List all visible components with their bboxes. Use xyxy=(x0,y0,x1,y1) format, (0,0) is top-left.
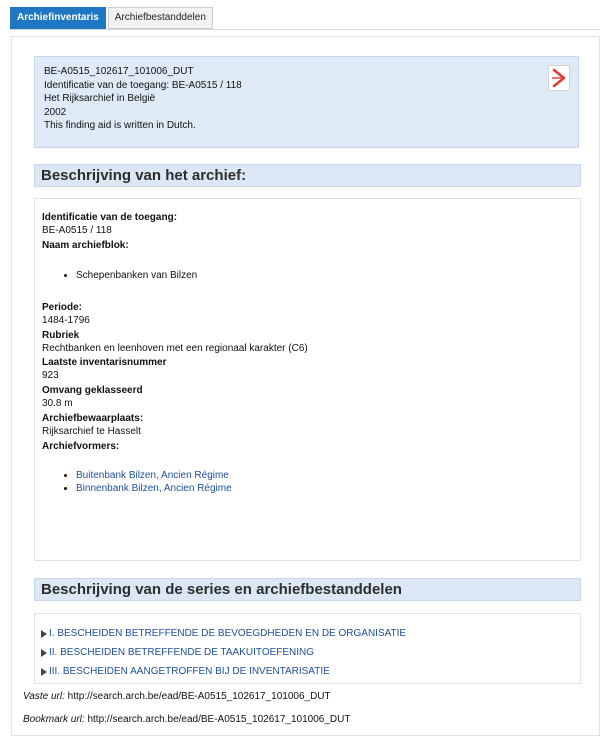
tab-archiefbestanddelen[interactable]: Archiefbestanddelen xyxy=(107,7,213,29)
extent-value: 30.8 m xyxy=(42,398,73,409)
permanent-url-value: http://search.arch.be/ead/BE-A0515_10261… xyxy=(67,691,331,702)
archive-description-box: Identificatie van de toegang: BE-A0515 /… xyxy=(34,198,581,561)
series-item-label[interactable]: I. BESCHEIDEN BETREFFENDE DE BEVOEGDHEDE… xyxy=(49,628,406,639)
summary-id: BE-A0515_102617_101006_DUT xyxy=(44,66,194,77)
summary-box: BE-A0515_102617_101006_DUT Identificatie… xyxy=(34,56,579,148)
expand-triangle-icon[interactable] xyxy=(41,667,47,676)
series-box: I. BESCHEIDEN BETREFFENDE DE BEVOEGDHEDE… xyxy=(34,613,581,684)
tab-archiefinventaris[interactable]: Archiefinventaris xyxy=(10,7,106,29)
pdf-download-button[interactable] xyxy=(548,65,570,91)
extent-label: Omvang geklasseerd xyxy=(42,385,143,396)
rubric-value: Rechtbanken en leenhoven met een regiona… xyxy=(42,343,308,354)
creators-list: Buitenbank Bilzen, Ancien Régime Binnenb… xyxy=(42,469,573,495)
last-inventory-label: Laatste inventarisnummer xyxy=(42,357,167,368)
name-label: Naam archiefblok: xyxy=(42,240,129,251)
content-panel: BE-A0515_102617_101006_DUT Identificatie… xyxy=(11,36,600,736)
repository-label: Archiefbewaarplaats: xyxy=(42,413,144,424)
tab-bar: Archiefinventaris Archiefbestanddelen xyxy=(10,7,215,29)
creators-label: Archiefvormers: xyxy=(42,441,120,452)
repository-value: Rijksarchief te Hasselt xyxy=(42,426,141,437)
series-item-label[interactable]: II. BESCHEIDEN BETREFFENDE DE TAAKUITOEF… xyxy=(49,647,314,658)
summary-language: This finding aid is written in Dutch. xyxy=(44,120,196,131)
summary-identification: Identificatie van de toegang: BE-A0515 /… xyxy=(44,79,242,91)
series-item[interactable]: II. BESCHEIDEN BETREFFENDE DE TAAKUITOEF… xyxy=(41,643,574,662)
permanent-url: Vaste url: http://search.arch.be/ead/BE-… xyxy=(23,691,331,703)
name-list: Schepenbanken van Bilzen xyxy=(42,269,573,282)
pdf-icon xyxy=(552,68,566,88)
series-item-label[interactable]: III. BESCHEIDEN AANGETROFFEN BIJ DE INVE… xyxy=(49,666,330,677)
series-heading: Beschrijving van de series en archiefbes… xyxy=(34,578,581,601)
expand-triangle-icon[interactable] xyxy=(41,648,47,657)
permanent-url-label: Vaste url: xyxy=(23,691,65,702)
expand-triangle-icon[interactable] xyxy=(41,629,47,638)
bookmark-url-value: http://search.arch.be/ead/BE-A0515_10261… xyxy=(87,714,351,725)
archive-description-heading: Beschrijving van het archief: xyxy=(34,164,581,187)
tab-divider xyxy=(10,29,600,30)
summary-institution: Het Rijksarchief in België xyxy=(44,93,156,104)
name-item: Schepenbanken van Bilzen xyxy=(76,269,573,282)
series-item[interactable]: III. BESCHEIDEN AANGETROFFEN BIJ DE INVE… xyxy=(41,662,574,681)
bookmark-url: Bookmark url: http://search.arch.be/ead/… xyxy=(23,714,350,726)
summary-year: 2002 xyxy=(44,106,67,118)
identification-value: BE-A0515 / 118 xyxy=(42,225,112,236)
period-value: 1484-1796 xyxy=(42,315,90,326)
rubric-label: Rubriek xyxy=(42,330,80,341)
last-inventory-value: 923 xyxy=(42,370,59,381)
identification-label: Identificatie van de toegang: xyxy=(42,212,178,223)
creator-link[interactable]: Buitenbank Bilzen, Ancien Régime xyxy=(76,470,229,481)
bookmark-url-label: Bookmark url: xyxy=(23,714,85,725)
creator-link[interactable]: Binnenbank Bilzen, Ancien Régime xyxy=(76,483,232,494)
period-label: Periode: xyxy=(42,302,83,313)
series-item[interactable]: I. BESCHEIDEN BETREFFENDE DE BEVOEGDHEDE… xyxy=(41,624,574,643)
